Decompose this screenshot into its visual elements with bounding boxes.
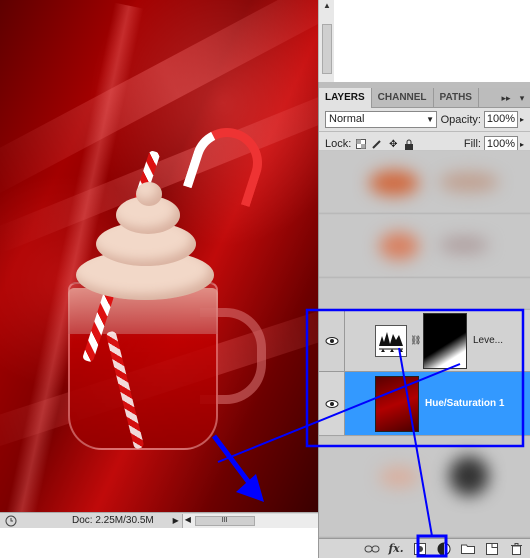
blurred-layer-row [319,278,530,310]
adjustment-layer-icon[interactable] [435,541,453,557]
blend-row: Normal ▼ Opacity: 100% ▸ [319,108,530,132]
doc-size-info: Doc: 2.25M/30.5M [72,515,154,526]
status-menu-icon[interactable]: ▶ [170,516,182,525]
link-icon[interactable]: ⛓ [410,335,421,346]
eye-icon[interactable] [319,310,345,371]
lock-label: Lock: [325,138,352,150]
panel-tabs: LAYERS CHANNEL PATHS ▸▸ ▾ [319,88,530,108]
hscroll-thumb[interactable]: III [194,515,255,526]
scroll-left-icon[interactable]: ◀ [185,515,191,524]
whipped-cream [136,182,162,206]
vertical-scrollbar[interactable]: ▲ [318,0,334,82]
layers-panel: LAYERS CHANNEL PATHS ▸▸ ▾ Normal ▼ Opaci… [318,82,530,558]
lock-transparent-icon[interactable] [355,138,367,150]
layer-mask-thumbnail[interactable] [423,312,467,369]
opacity-label: Opacity: [440,113,481,126]
layer-hue-saturation[interactable]: Hue/Saturation 1 [319,372,530,436]
fill-label: Fill: [463,138,481,150]
tab-channels[interactable]: CHANNEL [372,88,434,108]
blend-mode-select[interactable]: Normal ▼ [325,111,437,128]
add-mask-icon[interactable] [411,541,429,557]
collapse-icon[interactable]: ▸▸ [498,88,514,107]
blurred-layer-row [319,214,530,278]
layers-list[interactable]: ⛓ Leve... Hue/Saturation 1 [319,150,530,538]
folder-icon[interactable] [459,541,477,557]
status-bar: Doc: 2.25M/30.5M ▶ ◀ III [0,512,318,528]
tab-paths[interactable]: PATHS [434,88,479,108]
fill-slider-icon[interactable]: ▸ [520,140,524,149]
eye-icon[interactable] [319,372,345,435]
link-layers-icon[interactable] [363,541,381,557]
zoom-icon[interactable] [0,514,22,528]
opacity-slider-icon[interactable]: ▸ [520,115,524,124]
lock-all-icon[interactable] [403,138,415,150]
layers-bottom-bar: fx. [319,538,530,558]
layer-levels[interactable]: ⛓ Leve... [319,310,530,372]
layer-name: Leve... [473,335,504,346]
layer-thumbnail[interactable] [375,375,419,432]
chevron-down-icon: ▼ [426,115,434,124]
new-layer-icon[interactable] [483,541,501,557]
layer-name: Hue/Saturation 1 [425,398,505,409]
levels-adjustment-icon[interactable] [375,324,407,357]
lock-position-icon[interactable]: ✥ [387,138,399,150]
document-canvas[interactable] [0,0,318,512]
blurred-layer-row [319,150,530,214]
scroll-up-icon[interactable]: ▲ [321,0,333,12]
trash-icon[interactable] [507,541,525,557]
blurred-layer-row [319,436,530,538]
tab-layers[interactable]: LAYERS [319,88,372,108]
horizontal-scrollbar[interactable]: ◀ III [181,513,318,528]
lock-pixels-icon[interactable] [371,138,383,150]
panel-menu-icon[interactable]: ▾ [514,88,530,107]
opacity-field[interactable]: 100% [483,111,518,128]
scroll-thumb[interactable] [322,24,332,74]
blend-mode-value: Normal [329,113,365,125]
fx-icon[interactable]: fx. [387,541,405,557]
